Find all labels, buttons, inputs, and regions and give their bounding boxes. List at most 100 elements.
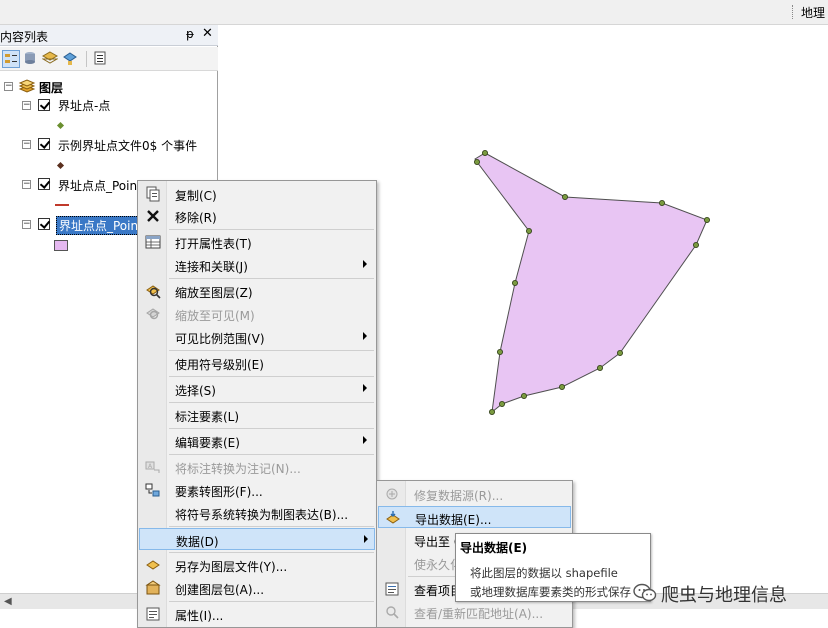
menu-item-copy[interactable]: 复制(C) bbox=[139, 183, 375, 205]
close-icon[interactable]: ✕ bbox=[202, 26, 213, 41]
menu-item-export-data[interactable]: 导出数据(E)... bbox=[378, 506, 571, 528]
layer-label[interactable]: 界址点-点 bbox=[58, 97, 110, 114]
menu-item-review-rematch-addresses[interactable]: 查看/重新匹配地址(A)... bbox=[378, 601, 571, 623]
menu-item-label-features[interactable]: 标注要素(L) bbox=[139, 404, 375, 426]
vertex-point[interactable] bbox=[481, 150, 488, 157]
menu-item-convert-symbology-to-representation[interactable]: 将符号系统转换为制图表达(B)... bbox=[139, 502, 375, 524]
vertex-point[interactable] bbox=[658, 199, 665, 206]
menu-item-convert-labels-to-annotation[interactable]: A 将标注转换为注记(N)... bbox=[139, 456, 375, 478]
toolbar-right-label[interactable]: 地理 bbox=[801, 4, 825, 21]
vertex-point[interactable] bbox=[498, 400, 505, 407]
vertex-point[interactable] bbox=[488, 408, 495, 415]
layer-visibility-checkbox[interactable] bbox=[38, 178, 50, 190]
menu-separator bbox=[169, 229, 374, 230]
features-to-graphics-icon bbox=[145, 483, 160, 497]
menu-separator bbox=[169, 278, 374, 279]
menu-item-features-to-graphics[interactable]: 要素转图形(F)... bbox=[139, 479, 375, 501]
layer-package-icon bbox=[145, 580, 161, 595]
menu-item-visible-scale-range[interactable]: 可见比例范围(V) bbox=[139, 326, 375, 348]
layer-label-selected[interactable]: 界址点点_Poin bbox=[56, 216, 142, 235]
vertex-point[interactable] bbox=[596, 364, 603, 371]
menu-item-open-attribute-table[interactable]: 打开属性表(T) bbox=[139, 231, 375, 253]
table-icon bbox=[145, 235, 161, 249]
zoom-layer-icon bbox=[146, 285, 161, 299]
toc-title-bar: 内容列表 ᵽ ✕ bbox=[0, 25, 218, 46]
point-symbol-icon bbox=[56, 121, 65, 130]
wechat-logo-icon bbox=[633, 583, 657, 602]
repair-source-icon bbox=[386, 488, 398, 500]
vertex-point[interactable] bbox=[520, 392, 527, 399]
menu-item-zoom-to-layer[interactable]: 缩放至图层(Z) bbox=[139, 280, 375, 302]
list-by-source-icon[interactable] bbox=[22, 50, 40, 68]
submenu-arrow-icon bbox=[363, 260, 367, 268]
tooltip-title: 导出数据(E) bbox=[460, 541, 528, 555]
menu-separator bbox=[169, 376, 374, 377]
menu-item-repair-data-source[interactable]: 修复数据源(R)... bbox=[378, 483, 571, 505]
menu-separator bbox=[169, 454, 374, 455]
layers-icon bbox=[18, 79, 36, 93]
export-data-icon bbox=[386, 511, 400, 524]
list-by-visibility-icon[interactable] bbox=[41, 50, 60, 68]
collapse-icon[interactable]: − bbox=[22, 101, 31, 110]
menu-separator bbox=[169, 526, 374, 527]
vertex-point[interactable] bbox=[511, 279, 518, 286]
tooltip-text-line1: 将此图层的数据以 shapefile bbox=[470, 566, 618, 580]
vertex-point[interactable] bbox=[525, 227, 532, 234]
list-by-drawing-order-icon[interactable] bbox=[2, 50, 20, 68]
menu-item-zoom-to-visible[interactable]: 缩放至可见(M) bbox=[139, 303, 375, 325]
layer-label[interactable]: 示例界址点文件0$ 个事件 bbox=[58, 137, 197, 154]
vertex-point[interactable] bbox=[692, 241, 699, 248]
save-layer-icon bbox=[146, 560, 160, 570]
menu-item-selection[interactable]: 选择(S) bbox=[139, 378, 375, 400]
vertex-point[interactable] bbox=[616, 349, 623, 356]
menu-item-data[interactable]: 数据(D) bbox=[139, 528, 375, 550]
polygon-symbol-icon bbox=[54, 240, 68, 251]
collapse-icon[interactable]: − bbox=[22, 140, 31, 149]
collapse-icon[interactable]: − bbox=[22, 180, 31, 189]
layer-label[interactable]: 界址点点_Point bbox=[58, 177, 142, 194]
rematch-icon bbox=[386, 606, 399, 619]
layer-row[interactable]: − 界址点-点 bbox=[0, 97, 218, 115]
toolbar-separator bbox=[86, 51, 87, 67]
menu-item-joins-relates[interactable]: 连接和关联(J) bbox=[139, 254, 375, 276]
layer-visibility-checkbox[interactable] bbox=[38, 218, 50, 230]
menu-item-create-layer-package[interactable]: 创建图层包(A)... bbox=[139, 577, 375, 599]
toc-toolbar bbox=[0, 47, 218, 71]
scroll-left-arrow-icon[interactable]: ◀ bbox=[4, 596, 12, 607]
convert-labels-icon: A bbox=[145, 461, 160, 473]
submenu-arrow-icon bbox=[364, 535, 368, 543]
menu-separator bbox=[169, 402, 374, 403]
vertex-point[interactable] bbox=[703, 216, 710, 223]
menu-item-remove[interactable]: 移除(R) bbox=[139, 205, 375, 227]
menu-separator bbox=[169, 428, 374, 429]
layer-row[interactable]: − 示例界址点文件0$ 个事件 bbox=[0, 136, 218, 154]
menu-item-properties[interactable]: 属性(I)... bbox=[139, 603, 375, 625]
vertex-point[interactable] bbox=[473, 158, 480, 165]
view-item-icon bbox=[385, 582, 399, 596]
menu-item-use-symbol-levels[interactable]: 使用符号级别(E) bbox=[139, 352, 375, 374]
vertex-point[interactable] bbox=[496, 348, 503, 355]
menu-item-edit-features[interactable]: 编辑要素(E) bbox=[139, 430, 375, 452]
vertex-point[interactable] bbox=[561, 193, 568, 200]
properties-icon bbox=[146, 607, 160, 621]
zoom-visible-icon bbox=[146, 308, 160, 320]
vertex-point[interactable] bbox=[558, 383, 565, 390]
submenu-arrow-icon bbox=[363, 384, 367, 392]
layer-context-menu: 复制(C) 移除(R) 打开属性表(T) 连接和关联(J) 缩放至图层(Z) 缩… bbox=[137, 180, 377, 628]
parcel-polygon[interactable] bbox=[474, 152, 708, 414]
line-symbol-icon bbox=[55, 204, 69, 206]
toc-title: 内容列表 bbox=[0, 30, 49, 44]
collapse-icon[interactable]: − bbox=[22, 220, 31, 229]
layers-root-row[interactable]: − 图层 bbox=[0, 78, 218, 96]
pin-icon[interactable]: ᵽ bbox=[186, 27, 194, 41]
options-list-icon[interactable] bbox=[92, 50, 110, 68]
layer-visibility-checkbox[interactable] bbox=[38, 99, 50, 111]
top-toolbar-strip: 地理 bbox=[0, 0, 828, 25]
list-by-selection-icon[interactable] bbox=[62, 50, 80, 68]
menu-item-save-as-layer-file[interactable]: 另存为图层文件(Y)... bbox=[139, 554, 375, 576]
tooltip-text-line2: 或地理数据库要素类的形式保存 bbox=[470, 585, 631, 599]
collapse-icon[interactable]: − bbox=[4, 82, 13, 91]
layer-visibility-checkbox[interactable] bbox=[38, 138, 50, 150]
menu-separator bbox=[169, 601, 374, 602]
menu-separator bbox=[169, 350, 374, 351]
